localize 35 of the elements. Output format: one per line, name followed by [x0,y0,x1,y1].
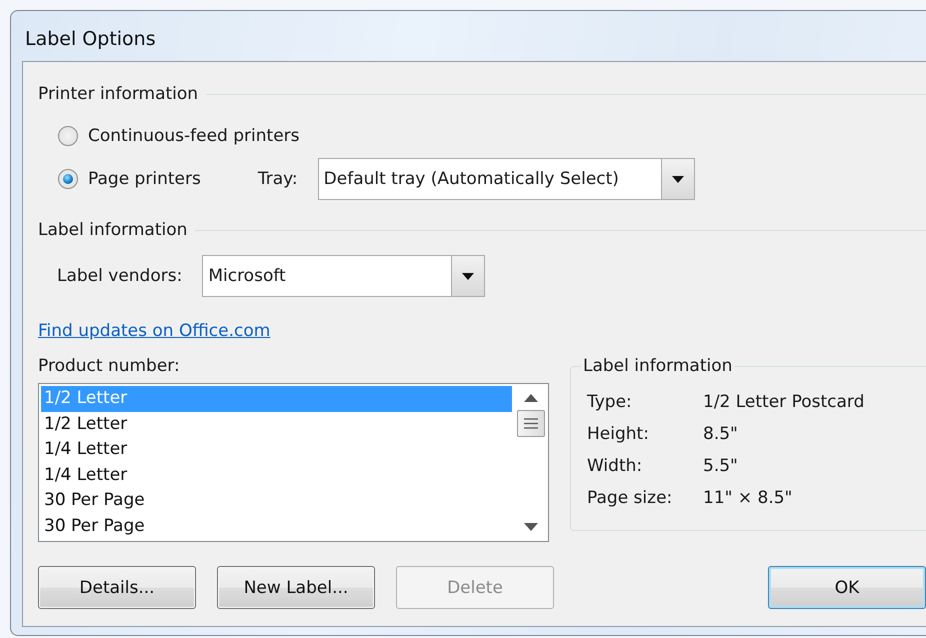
scroll-down-icon[interactable] [524,523,538,531]
scroll-thumb[interactable] [517,410,545,437]
group-heading: Label information [38,220,188,240]
window-title: Label Options [24,27,157,52]
group-heading: Printer information [38,84,198,104]
info-label: Type: [587,392,633,412]
dialog-button[interactable]: New Label... [217,566,375,609]
info-value: 11" × 8.5" [703,488,792,508]
info-label: Page size: [587,488,674,508]
info-label: Height: [587,424,650,444]
info-value: 8.5" [703,424,738,444]
tray-label: Tray: [258,169,298,189]
vendors-label: Label vendors: [57,266,182,286]
product-list[interactable]: 1/2 Letter 1/2 Letter 1/4 Letter 1/4 Letter 30 Per Page 30 Per Page [38,383,549,542]
tray-dropdown[interactable]: Default tray (Automatically Select) [318,158,695,200]
updates-link[interactable]: Find updates on Office.com [38,321,270,341]
grip-icon [524,418,538,429]
caret-icon [672,176,684,182]
vendors-dropdown[interactable]: Microsoft [202,255,486,297]
radio-option[interactable]: Page printers [58,169,201,189]
info-label: Width: [587,456,644,476]
product-number-label: Product number: [38,356,181,376]
list-item[interactable]: 30 Per Page [41,488,512,514]
dialog-button[interactable]: Details... [38,566,196,609]
list-item[interactable]: 1/4 Letter [41,462,512,488]
group-heading: Label information [582,356,734,376]
list-item[interactable]: 30 Per Page [41,514,512,539]
list-item[interactable]: 1/2 Letter [41,412,512,437]
scroll-up-icon[interactable] [524,394,538,402]
list-item[interactable]: 1/4 Letter [41,437,512,462]
caret-icon [462,272,474,280]
info-value: 5.5" [703,456,738,476]
info-value: 1/2 Letter Postcard [703,392,864,412]
dialog-button[interactable]: OK [768,566,926,609]
radio-option[interactable]: Continuous-feed printers [58,126,300,146]
